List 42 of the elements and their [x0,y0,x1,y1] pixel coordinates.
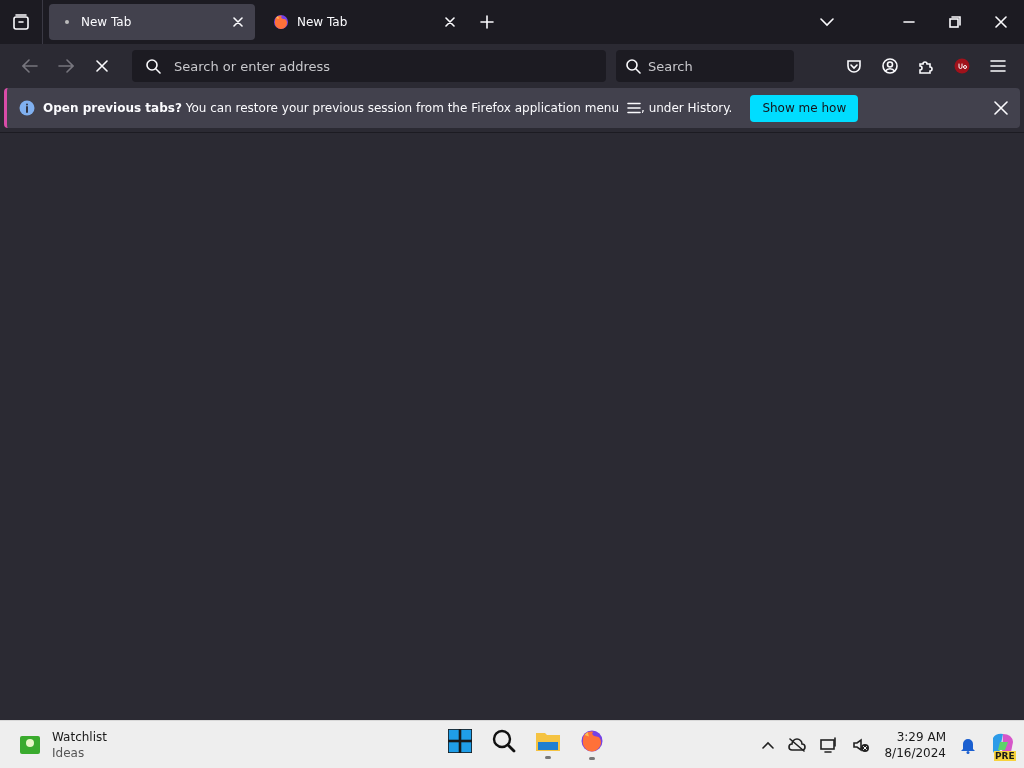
tab-title: New Tab [81,15,133,29]
browser-tab[interactable]: New Tab [261,4,467,40]
widget-subtitle: Ideas [52,744,86,761]
chevron-up-icon[interactable] [762,740,775,749]
notification-message: Open previous tabs? You can restore your previous session from the Firefox application menu [43,101,619,115]
forward-arrow-icon[interactable] [58,59,74,73]
windows-logo-icon[interactable] [448,729,472,753]
preview-badge: PRE [994,750,1016,761]
stop-icon[interactable] [96,60,108,72]
search-icon[interactable] [492,729,516,753]
close-icon[interactable] [995,16,1007,28]
close-icon[interactable] [445,17,455,27]
show-me-how-button[interactable]: Show me how [750,94,859,122]
notification-message: , under History. [641,101,733,115]
account-icon[interactable] [882,58,898,74]
search-icon [626,59,641,74]
folder-icon[interactable] [535,730,561,752]
pocket-icon[interactable] [846,58,862,74]
info-icon [19,100,35,116]
close-icon[interactable] [233,17,243,27]
restore-icon[interactable] [949,16,961,28]
widget-title: Watchlist [52,728,107,745]
clock[interactable]: 3:29 AM 8/16/2024 [884,728,946,761]
search-field[interactable]: Search [616,50,794,82]
speaker-muted-icon[interactable] [852,736,871,753]
menu-icon[interactable] [990,59,1006,73]
new-tab-icon[interactable] [480,15,494,29]
chevron-down-icon[interactable] [820,17,834,27]
tab-manager-icon[interactable] [12,13,30,31]
address-field[interactable]: Search or enter address [132,50,606,82]
loading-dot-icon [65,20,69,24]
back-arrow-icon[interactable] [22,59,38,73]
network-icon[interactable] [820,736,839,753]
search-icon [146,59,161,74]
close-icon[interactable] [994,101,1008,115]
cloud-offline-icon[interactable] [788,737,807,752]
browser-tab[interactable]: New Tab [49,4,255,40]
menu-icon [627,102,641,114]
time: 3:29 AM [896,728,946,745]
puzzle-icon[interactable] [918,58,934,74]
date: 8/16/2024 [884,744,946,761]
tab-title: New Tab [297,15,349,29]
